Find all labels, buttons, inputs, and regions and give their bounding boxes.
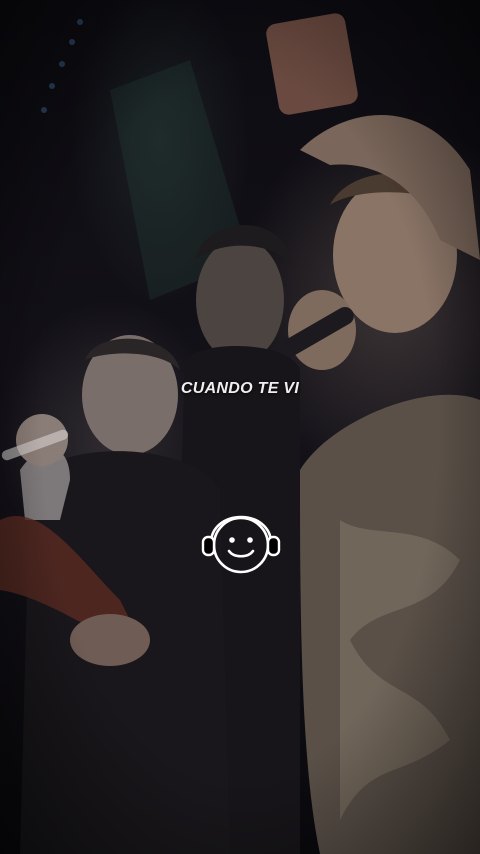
smiley-headphones-icon xyxy=(201,515,281,574)
concert-photo xyxy=(0,0,480,854)
video-frame[interactable]: CUANDO TE VI xyxy=(0,0,480,854)
lyrics-caption: CUANDO TE VI xyxy=(180,380,300,397)
